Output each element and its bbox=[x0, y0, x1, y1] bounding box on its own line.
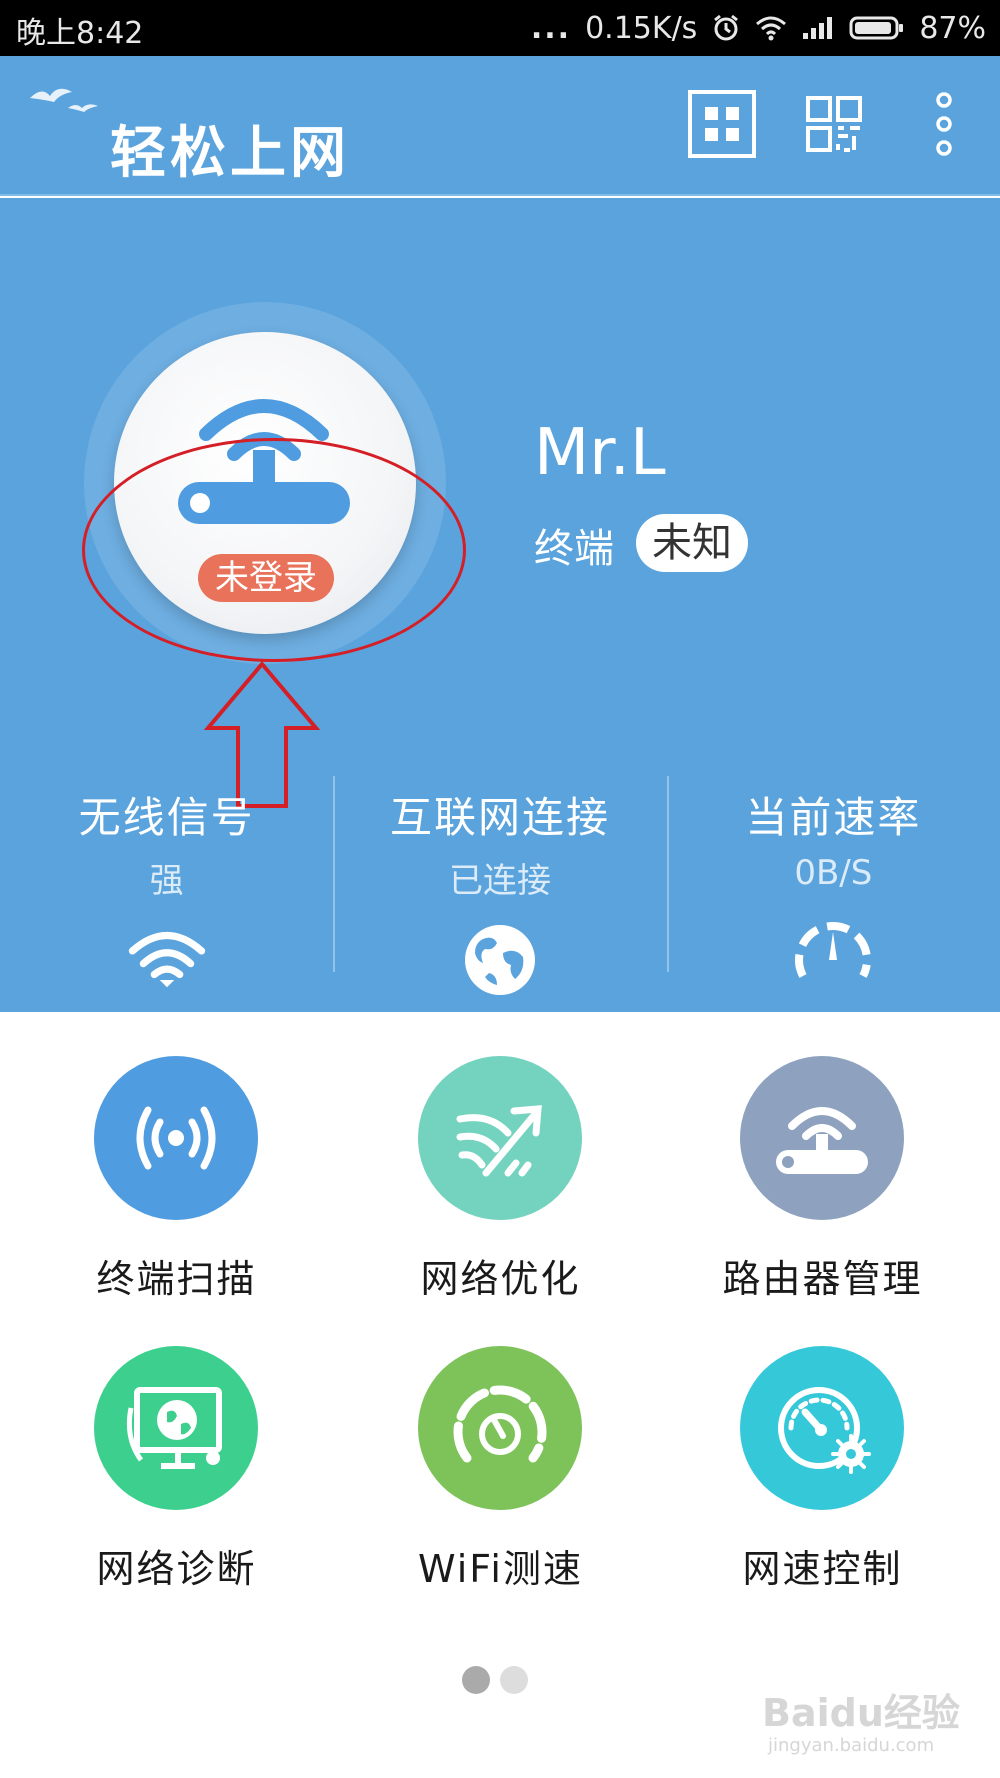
feature-speed-control[interactable]: 网速控制 bbox=[656, 1302, 989, 1592]
battery-icon bbox=[849, 15, 905, 41]
stat-value: 0B/S bbox=[794, 853, 873, 893]
cell-signal-icon bbox=[801, 15, 835, 41]
network-optimize-icon bbox=[418, 1056, 582, 1220]
grid-view-button[interactable] bbox=[686, 90, 758, 162]
feature-network-diagnose[interactable]: 网络诊断 bbox=[10, 1302, 343, 1592]
terminal-badge: 未知 bbox=[636, 514, 748, 572]
terminal-label: 终端 bbox=[534, 526, 614, 572]
app-title: 轻松上网 bbox=[110, 121, 350, 186]
network-diagnose-icon bbox=[94, 1346, 258, 1510]
feature-network-optimize[interactable]: 网络优化 bbox=[334, 1012, 667, 1302]
router-icon bbox=[740, 1056, 904, 1220]
stat-title: 当前速率 bbox=[745, 793, 922, 842]
status-time: 晚上8:42 bbox=[16, 16, 144, 51]
speed-control-icon bbox=[740, 1346, 904, 1510]
page-dot-2[interactable] bbox=[500, 1666, 528, 1694]
feature-wifi-speed-test[interactable]: WiFi测速 bbox=[334, 1302, 667, 1592]
feature-grid: 终端扫描 网络优化 路由器管理 网络诊断 WiFi测速 网速控制 bbox=[0, 1012, 1000, 1592]
page-indicator bbox=[462, 1666, 528, 1694]
annotation-ellipse bbox=[82, 438, 466, 662]
battery-percent: 87% bbox=[919, 10, 986, 46]
feature-label: 终端扫描 bbox=[96, 1257, 257, 1301]
grid-icon bbox=[687, 89, 757, 163]
feature-label: 网络优化 bbox=[420, 1257, 581, 1301]
watermark-brand: Baidu经验 bbox=[762, 1691, 960, 1735]
wifi-status-icon bbox=[755, 15, 787, 41]
wifi-icon bbox=[127, 920, 207, 1000]
stat-current-speed[interactable]: 当前速率 0B/S bbox=[666, 776, 1000, 1012]
feature-label: 网络诊断 bbox=[96, 1547, 257, 1591]
feature-label: WiFi测速 bbox=[418, 1547, 583, 1591]
hero-panel: 未登录 Mr.L 终端 未知 无线信号 强 互联网连接 已连接 当前速率 0B/… bbox=[0, 198, 1000, 1012]
stat-value: 强 bbox=[149, 861, 184, 901]
watermark-url: jingyan.baidu.com bbox=[768, 1735, 935, 1756]
qr-scan-button[interactable] bbox=[798, 90, 870, 162]
stat-internet-connection[interactable]: 互联网连接 已连接 bbox=[333, 776, 666, 1012]
stats-row: 无线信号 强 互联网连接 已连接 当前速率 0B/S bbox=[0, 776, 1000, 1012]
status-bar: 晚上8:42 ... 0.15K/s 87% bbox=[0, 0, 1000, 56]
feature-router-management[interactable]: 路由器管理 bbox=[656, 1012, 989, 1302]
qr-code-icon bbox=[804, 94, 864, 158]
notification-dots: ... bbox=[530, 10, 572, 46]
network-speed: 0.15K/s bbox=[585, 10, 698, 46]
birds-logo-icon bbox=[24, 76, 104, 130]
feature-label: 路由器管理 bbox=[722, 1257, 923, 1301]
globe-icon bbox=[460, 920, 540, 1000]
stat-title: 互联网连接 bbox=[389, 793, 610, 842]
alarm-icon bbox=[711, 13, 741, 43]
app-header: 轻松上网 bbox=[0, 56, 1000, 196]
speed-test-icon bbox=[418, 1346, 582, 1510]
feature-terminal-scan[interactable]: 终端扫描 bbox=[10, 1012, 343, 1302]
stat-wireless-signal[interactable]: 无线信号 强 bbox=[0, 776, 333, 1012]
stat-value: 已连接 bbox=[448, 861, 551, 901]
baidu-watermark: Baidu经验 jingyan.baidu.com bbox=[762, 1682, 960, 1756]
stat-title: 无线信号 bbox=[78, 793, 255, 842]
user-name: Mr.L bbox=[534, 416, 666, 490]
status-right: ... 0.15K/s 87% bbox=[531, 0, 986, 56]
feature-label: 网速控制 bbox=[742, 1547, 903, 1591]
signal-scan-icon bbox=[94, 1056, 258, 1220]
more-vertical-icon bbox=[932, 92, 956, 160]
more-menu-button[interactable] bbox=[908, 90, 980, 162]
page-dot-1[interactable] bbox=[462, 1666, 490, 1694]
speedometer-icon bbox=[793, 911, 873, 991]
